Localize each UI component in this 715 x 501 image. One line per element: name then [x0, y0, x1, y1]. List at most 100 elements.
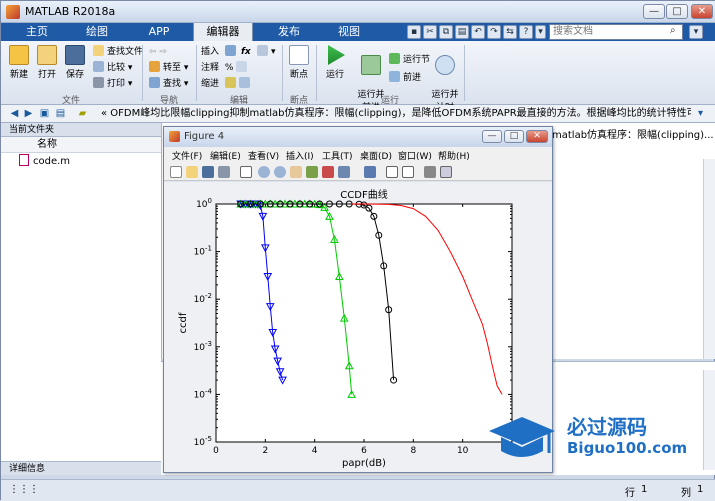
- run-section-button[interactable]: 运行节: [389, 53, 430, 67]
- new-figure-icon[interactable]: [170, 166, 182, 178]
- editor-scrollbar[interactable]: [703, 159, 715, 359]
- copy-quick-icon[interactable]: ⧉: [439, 25, 453, 39]
- y-axis-label: ccdf: [178, 312, 189, 333]
- name-column-header[interactable]: 名称: [1, 137, 161, 153]
- back-forward-buttons[interactable]: ⇦ ⇨: [149, 45, 167, 59]
- show-tools-icon[interactable]: [440, 166, 452, 178]
- minimize-button[interactable]: —: [643, 4, 665, 19]
- open-file-icon[interactable]: [186, 166, 198, 178]
- menu-insert[interactable]: 插入(I): [286, 149, 314, 162]
- compare-button[interactable]: 比较 ▾: [93, 61, 132, 75]
- print-figure-icon[interactable]: [218, 166, 230, 178]
- new-button[interactable]: 新建: [5, 45, 33, 80]
- pointer-icon[interactable]: [240, 166, 252, 178]
- current-path[interactable]: « OFDM峰均比限幅clipping抑制matlab仿真程序：限幅(clipp…: [101, 106, 691, 122]
- figure-close-button[interactable]: ✕: [526, 130, 548, 143]
- y-tick-label: 100: [196, 197, 212, 210]
- search-icon[interactable]: ⌕: [670, 25, 676, 36]
- search-input[interactable]: 搜索文档: [549, 24, 683, 40]
- switch-window-icon[interactable]: ⇆: [503, 25, 517, 39]
- ribbon-tabs: 主页 绘图 APP 编辑器 发布 视图 ▪ ✂ ⧉ ▤ ↶ ↷ ⇆ ? ▾ 搜索…: [1, 23, 715, 41]
- fx-button[interactable]: fx: [241, 45, 251, 59]
- zoom-out-icon[interactable]: [274, 166, 286, 178]
- link-plot-icon[interactable]: [364, 166, 376, 178]
- indent-button[interactable]: 缩进: [201, 77, 253, 91]
- file-name: code.m: [33, 156, 71, 167]
- address-dropdown-icon[interactable]: ▾: [695, 108, 706, 119]
- figure-minimize-button[interactable]: —: [482, 130, 502, 143]
- editor-tab[interactable]: matlab仿真程序：限幅(clipping)...: [552, 126, 714, 141]
- comment-button[interactable]: 注释 %: [201, 61, 250, 75]
- compare-icon: [93, 61, 104, 72]
- cut-quick-icon[interactable]: ✂: [423, 25, 437, 39]
- menu-desktop[interactable]: 桌面(D): [360, 149, 392, 162]
- menu-view[interactable]: 查看(V): [248, 149, 279, 162]
- tab-view[interactable]: 视图: [323, 23, 375, 41]
- maximize-button[interactable]: □: [666, 4, 688, 19]
- paste-quick-icon[interactable]: ▤: [455, 25, 469, 39]
- run-time-icon: [435, 55, 455, 75]
- up-folder-icon[interactable]: ▣: [39, 108, 50, 119]
- advance-icon: [389, 71, 400, 82]
- run-icon: [328, 45, 345, 65]
- save-icon: [65, 45, 85, 65]
- y-tick-label: 10-2: [194, 292, 212, 305]
- menu-tools[interactable]: 工具(T): [322, 149, 353, 162]
- save-button[interactable]: 保存: [61, 45, 89, 80]
- tab-publish[interactable]: 发布: [263, 23, 315, 41]
- find-files-icon: [93, 45, 104, 56]
- filter-icon[interactable]: ▾: [689, 25, 703, 39]
- rotate-icon[interactable]: [306, 166, 318, 178]
- watermark: 必过源码 Biguo100.com: [481, 409, 715, 473]
- col-value: 1: [697, 484, 704, 495]
- back-icon[interactable]: ◀: [9, 108, 20, 119]
- menu-window[interactable]: 窗口(W): [398, 149, 432, 162]
- forward-icon[interactable]: ▶: [23, 108, 34, 119]
- colorbar-icon[interactable]: [386, 166, 398, 178]
- legend-icon[interactable]: [402, 166, 414, 178]
- find-button[interactable]: 查找 ▾: [149, 77, 188, 91]
- breakpoints-button[interactable]: 断点: [285, 45, 313, 80]
- insert-section-icon[interactable]: ▾: [257, 45, 276, 59]
- figure-maximize-button[interactable]: □: [504, 130, 524, 143]
- title-bar: MATLAB R2018a — □ ✕: [1, 1, 715, 23]
- redo-quick-icon[interactable]: ↷: [487, 25, 501, 39]
- open-button[interactable]: 打开: [33, 45, 61, 80]
- save-label: 保存: [65, 70, 84, 80]
- run-label: 运行: [325, 70, 344, 80]
- menu-help[interactable]: 帮助(H): [438, 149, 470, 162]
- pan-icon[interactable]: [290, 166, 302, 178]
- run-button[interactable]: 运行: [321, 45, 349, 80]
- undo-quick-icon[interactable]: ↶: [471, 25, 485, 39]
- tab-plots[interactable]: 绘图: [71, 23, 123, 41]
- find-label: 查找: [163, 79, 182, 89]
- menu-edit[interactable]: 编辑(E): [210, 149, 241, 162]
- advance-button[interactable]: 前进: [389, 71, 421, 85]
- print-button[interactable]: 打印 ▾: [93, 77, 132, 91]
- hide-tools-icon[interactable]: [424, 166, 436, 178]
- file-item[interactable]: code.m: [19, 154, 70, 170]
- help-icon[interactable]: ?: [519, 25, 533, 39]
- breakpoints-label: 断点: [289, 70, 308, 80]
- tab-home[interactable]: 主页: [11, 23, 63, 41]
- close-button[interactable]: ✕: [691, 4, 713, 19]
- folder-icon: ▰: [78, 108, 87, 119]
- menu-file[interactable]: 文件(F): [172, 149, 202, 162]
- zoom-in-icon[interactable]: [258, 166, 270, 178]
- brush-icon[interactable]: [338, 166, 350, 178]
- tab-apps[interactable]: APP: [133, 23, 185, 41]
- y-tick-label: 10-5: [194, 435, 212, 448]
- save-figure-icon[interactable]: [202, 166, 214, 178]
- browse-folder-icon[interactable]: ▤: [55, 108, 66, 119]
- insert-button[interactable]: 插入: [201, 45, 239, 59]
- find-files-button[interactable]: 查找文件: [93, 45, 143, 59]
- goto-icon: [149, 61, 160, 72]
- data-cursor-icon[interactable]: [322, 166, 334, 178]
- goto-button[interactable]: 转至 ▾: [149, 61, 188, 75]
- plot-area: [215, 203, 513, 443]
- tab-editor[interactable]: 编辑器: [193, 23, 253, 41]
- quick-access-dropdown-icon[interactable]: ▾: [535, 25, 546, 39]
- details-panel-header[interactable]: 详细信息: [1, 461, 161, 475]
- row-label: 行: [625, 488, 635, 499]
- save-quick-icon[interactable]: ▪: [407, 25, 421, 39]
